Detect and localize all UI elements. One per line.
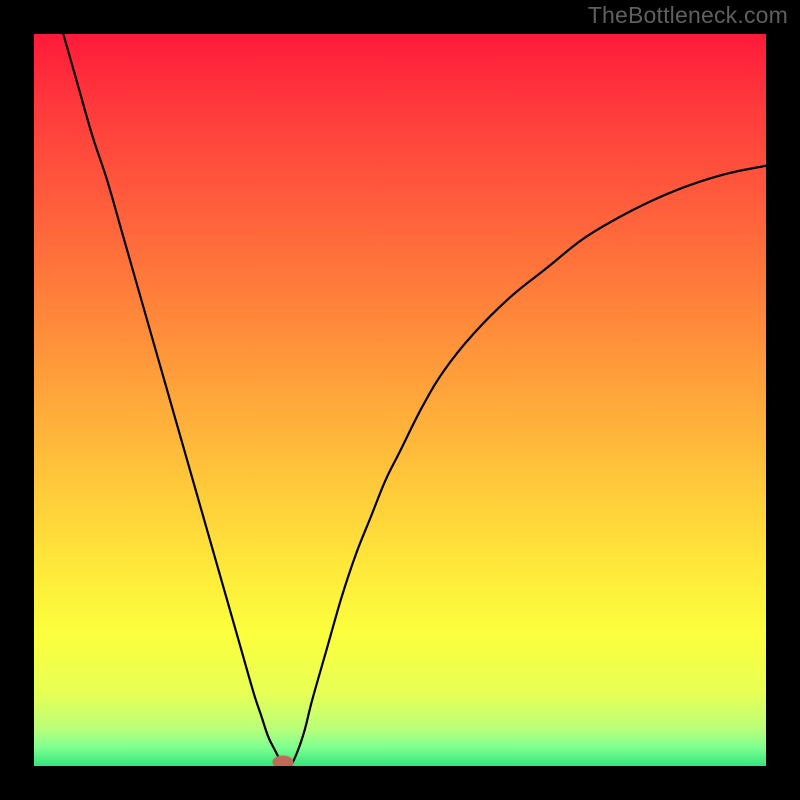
chart-svg (34, 34, 766, 766)
gradient-rect (34, 34, 766, 766)
chart-frame: TheBottleneck.com (0, 0, 800, 800)
plot-area (34, 34, 766, 766)
watermark-text: TheBottleneck.com (588, 2, 788, 29)
minimum-marker (273, 756, 293, 766)
